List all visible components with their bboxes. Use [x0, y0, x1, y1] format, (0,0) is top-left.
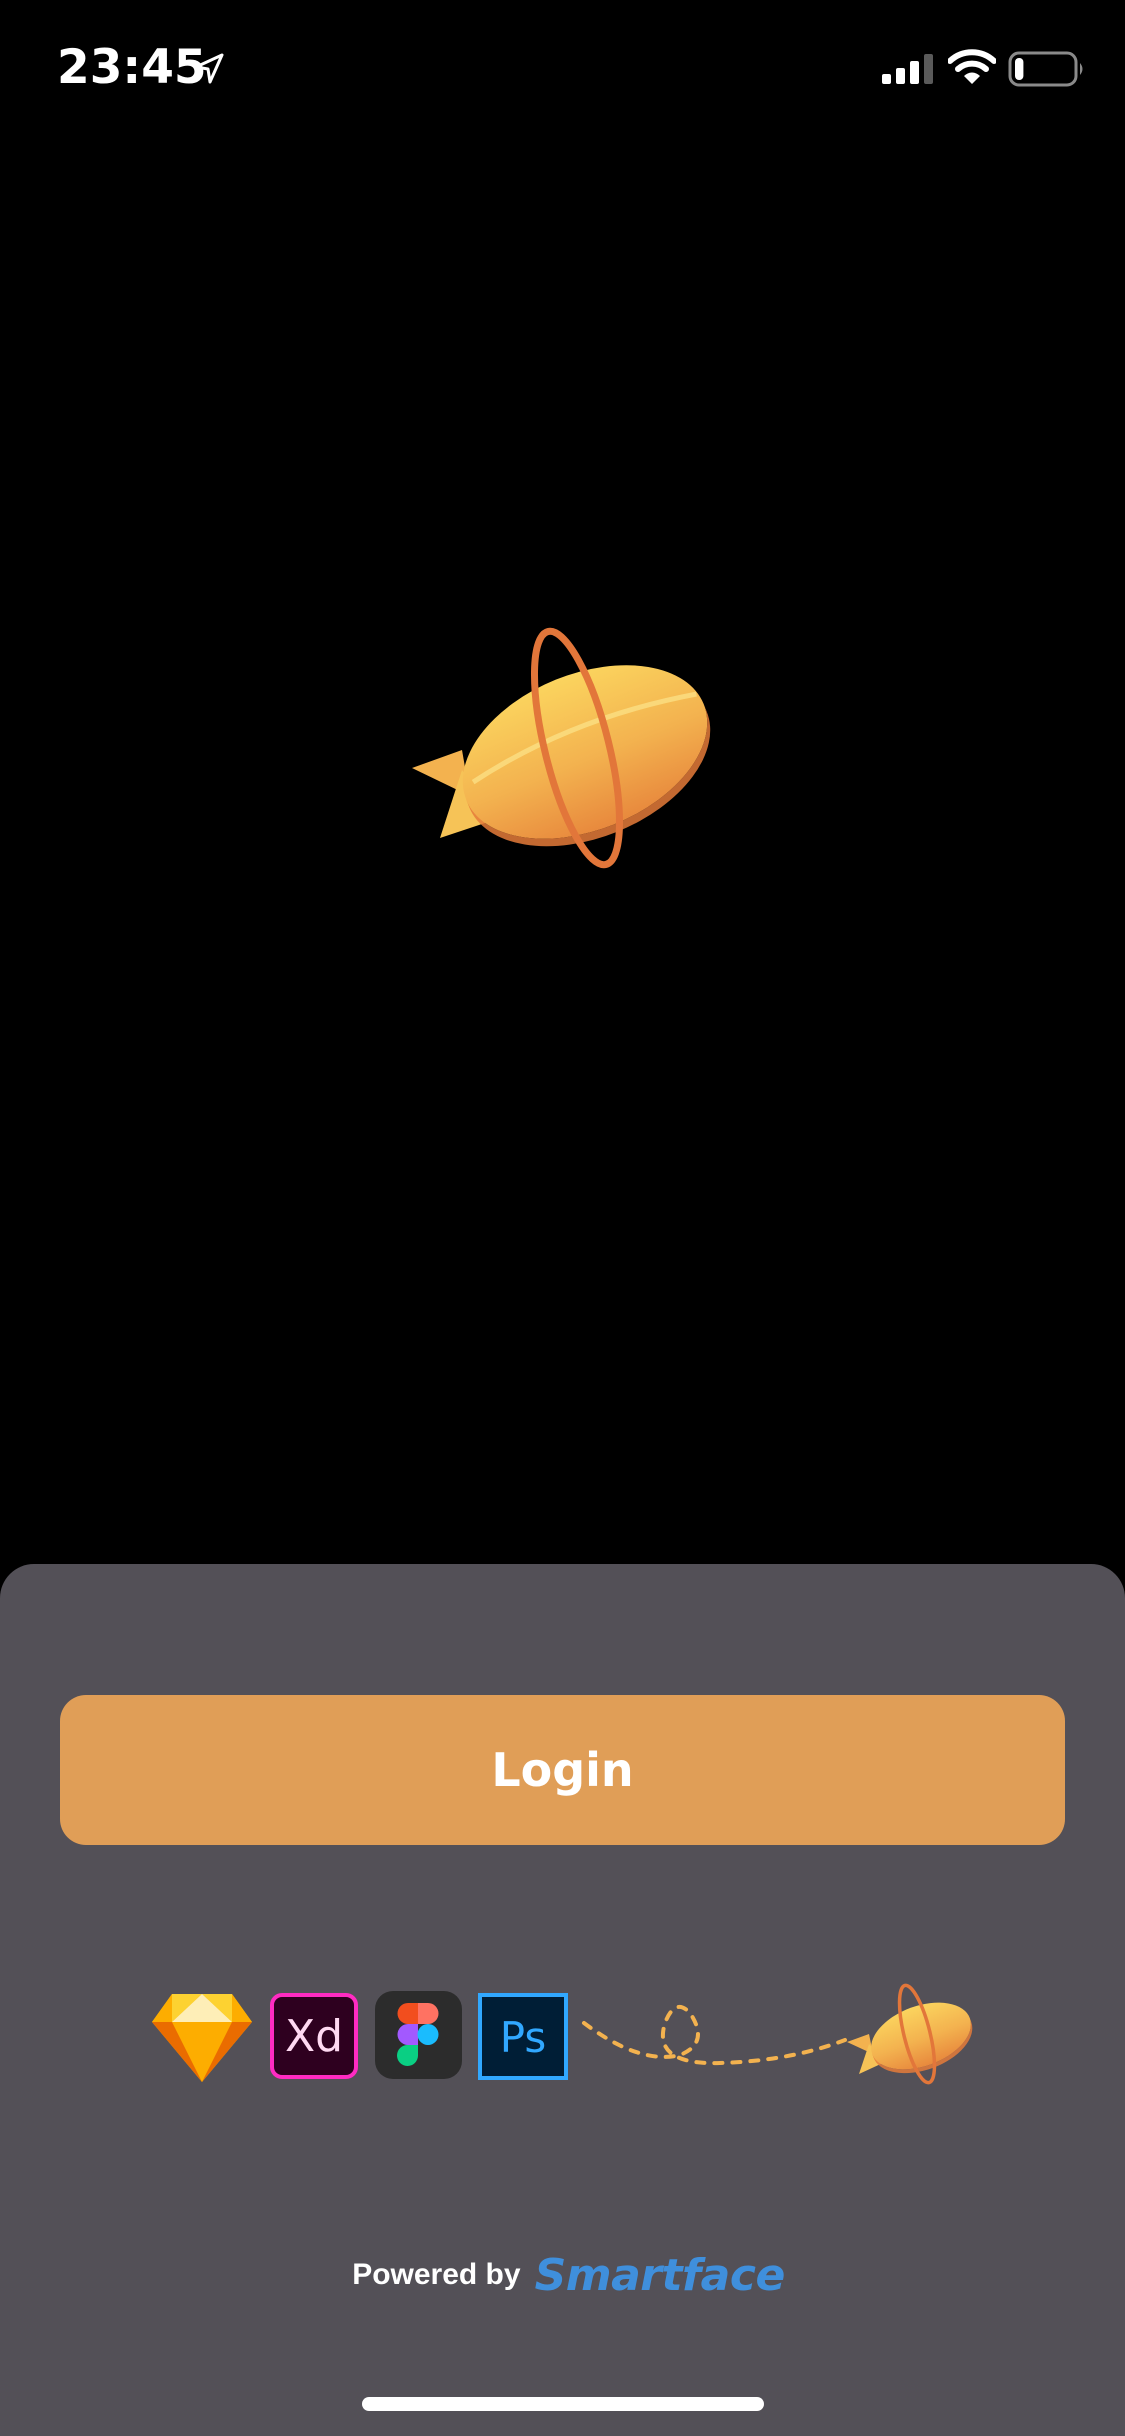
status-time: 23:45 [57, 40, 207, 95]
adobe-xd-icon: Xd [270, 1993, 358, 2079]
photoshop-icon: Ps [478, 1993, 568, 2080]
splash-screen: 23:45 Login Xd Ps Powered by Smartface [0, 0, 1125, 2436]
design-tools-row: Xd Ps [0, 1983, 1125, 2090]
home-indicator [362, 2397, 764, 2411]
login-button[interactable]: Login [60, 1695, 1065, 1845]
figma-icon [375, 1991, 462, 2079]
powered-by-label: Powered by [352, 2258, 521, 2291]
cellular-signal-icon [882, 54, 933, 84]
xd-label: Xd [285, 2011, 343, 2062]
smartface-brand-link[interactable]: Smartface [535, 2250, 786, 2301]
zeppelin-logo-icon [412, 627, 711, 869]
powered-by-footer: Powered by Smartface [0, 2245, 1125, 2305]
ps-label: Ps [500, 2013, 546, 2062]
wifi-icon [948, 49, 996, 84]
flight-path-icon [582, 2004, 847, 2066]
zeppelin-icon [847, 1983, 973, 2085]
battery-icon [1008, 51, 1083, 87]
sketch-icon [152, 1994, 252, 2082]
status-bar: 23:45 [0, 0, 1125, 132]
location-arrow-icon [194, 53, 224, 84]
